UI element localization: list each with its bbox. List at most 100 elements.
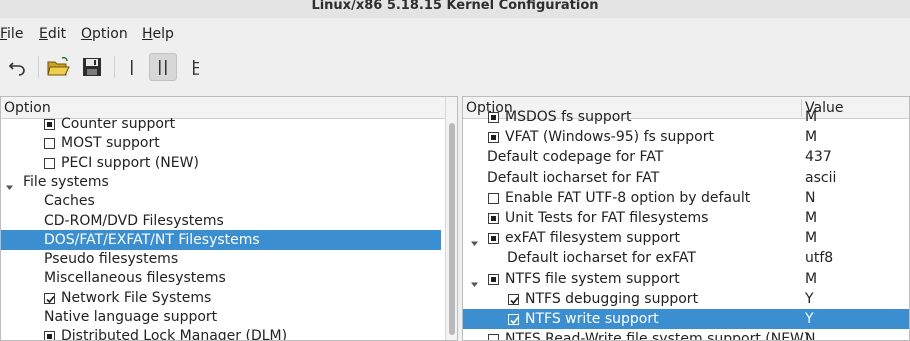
option-row[interactable]: Caches xyxy=(1,191,441,211)
option-row[interactable]: Default codepage for FAT 437 xyxy=(463,147,909,167)
option-label: Miscellaneous filesystems xyxy=(44,270,226,287)
option-label: CD-ROM/DVD Filesystems xyxy=(44,212,224,229)
window-title-bar: Linux/x86 5.18.15 Kernel Configuration xyxy=(0,0,910,18)
save-icon xyxy=(83,58,101,76)
option-row[interactable]: MOST support xyxy=(1,133,441,153)
option-tree-left[interactable]: Option Counter support MOST support PECI s… xyxy=(0,96,458,341)
open-folder-icon xyxy=(47,56,70,76)
option-row[interactable]: NTFS Read-Write file system support (NEW… xyxy=(463,329,909,341)
option-value[interactable]: ascii xyxy=(805,168,836,188)
single-view-button[interactable] xyxy=(118,53,146,81)
checkbox-module[interactable] xyxy=(488,273,499,285)
checkbox-module[interactable] xyxy=(488,233,499,245)
option-row[interactable]: Native language support xyxy=(1,307,441,327)
option-row[interactable]: DOS/FAT/EXFAT/NT Filesystems xyxy=(1,229,441,250)
left-scrollbar[interactable] xyxy=(445,97,457,340)
option-label: VFAT (Windows-95) fs support xyxy=(505,129,714,146)
option-label: NTFS Read-Write file system support (NEW… xyxy=(505,331,810,341)
option-value[interactable]: utf8 xyxy=(805,248,833,268)
checkbox-unchecked[interactable] xyxy=(488,334,499,340)
checkbox-module[interactable] xyxy=(488,112,499,123)
single-view-icon xyxy=(131,60,133,75)
option-row[interactable]: Distributed Lock Manager (DLM) xyxy=(1,326,441,341)
option-label: Unit Tests for FAT filesystems xyxy=(505,210,709,226)
option-row[interactable]: Enable FAT UTF-8 option by default N xyxy=(463,188,909,208)
option-row[interactable]: Default iocharset for exFAT utf8 xyxy=(463,248,909,268)
checkbox-checked[interactable] xyxy=(44,292,55,304)
option-row[interactable]: PECI support (NEW) xyxy=(1,153,441,173)
option-row[interactable]: Miscellaneous filesystems xyxy=(1,268,441,288)
option-row[interactable]: Network File Systems xyxy=(1,288,441,308)
option-label: Caches xyxy=(44,193,95,210)
option-row[interactable]: MSDOS fs support M xyxy=(463,107,909,127)
option-label: MSDOS fs support xyxy=(505,109,632,125)
checkbox-module[interactable] xyxy=(488,132,499,144)
option-row[interactable]: CD-ROM/DVD Filesystems xyxy=(1,211,441,231)
checkbox-unchecked[interactable] xyxy=(44,138,55,150)
option-label: Native language support xyxy=(44,309,218,325)
option-value[interactable]: M xyxy=(805,208,817,228)
split-view-icon xyxy=(159,60,167,75)
checkbox-module[interactable] xyxy=(488,213,499,224)
full-view-icon xyxy=(193,60,199,75)
option-row[interactable]: Unit Tests for FAT filesystems M xyxy=(463,208,909,228)
option-value[interactable]: Y xyxy=(805,309,814,329)
option-label: Distributed Lock Manager (DLM) xyxy=(61,328,288,341)
left-scrollbar-thumb[interactable] xyxy=(449,123,455,335)
option-label: exFAT filesystem support xyxy=(505,230,681,247)
option-list-right[interactable]: Option Value MSDOS fs support M VFAT (Wind… xyxy=(462,96,910,341)
checkbox-checked[interactable] xyxy=(508,293,519,305)
option-row[interactable]: NTFS write support Y xyxy=(463,309,909,329)
option-value[interactable]: M xyxy=(805,269,817,289)
option-row[interactable]: File systems xyxy=(1,172,441,192)
option-value[interactable]: 437 xyxy=(805,147,832,167)
option-label: Network File Systems xyxy=(61,289,212,306)
menu-bar: File Edit Option Help xyxy=(0,18,910,48)
option-value[interactable]: M xyxy=(805,127,817,147)
checkbox-checked[interactable] xyxy=(508,314,519,325)
option-label: PECI support (NEW) xyxy=(61,154,199,171)
option-value[interactable]: M xyxy=(805,107,817,127)
option-label: NTFS write support xyxy=(525,311,659,327)
option-label: NTFS file system support xyxy=(505,270,680,287)
expand-arrow-icon[interactable] xyxy=(5,178,14,190)
menu-edit[interactable]: Edit xyxy=(39,26,66,42)
option-label: Default codepage for FAT xyxy=(487,149,664,166)
option-row[interactable]: NTFS debugging support Y xyxy=(463,289,909,309)
option-row[interactable]: exFAT filesystem support M xyxy=(463,228,909,248)
toolbar-separator xyxy=(38,56,39,78)
toolbar xyxy=(0,48,910,88)
option-row[interactable]: Pseudo filesystems xyxy=(1,249,441,269)
option-label: Enable FAT UTF-8 option by default xyxy=(505,189,751,206)
menu-option[interactable]: Option xyxy=(81,26,128,42)
toolbar-separator xyxy=(114,56,115,78)
option-row[interactable]: Default iocharset for FAT ascii xyxy=(463,168,909,188)
open-button[interactable] xyxy=(44,53,72,81)
split-view-button[interactable] xyxy=(149,53,177,81)
expand-arrow-icon[interactable] xyxy=(470,275,479,287)
checkbox-unchecked[interactable] xyxy=(44,157,55,169)
option-row[interactable]: NTFS file system support M xyxy=(463,269,909,289)
option-label: Pseudo filesystems xyxy=(44,251,179,268)
menu-file[interactable]: File xyxy=(0,26,23,42)
option-label: Default iocharset for FAT xyxy=(487,169,660,186)
option-row[interactable]: VFAT (Windows-95) fs support M xyxy=(463,127,909,147)
option-label: Counter support xyxy=(61,116,176,132)
option-label: File systems xyxy=(23,173,109,190)
menu-help[interactable]: Help xyxy=(142,26,174,42)
full-view-button[interactable] xyxy=(182,53,210,81)
option-value[interactable]: M xyxy=(805,228,817,248)
save-button[interactable] xyxy=(78,53,106,81)
checkbox-unchecked[interactable] xyxy=(488,192,499,204)
undo-button[interactable] xyxy=(4,53,32,81)
option-value[interactable]: N xyxy=(805,329,815,340)
option-value[interactable]: N xyxy=(805,188,815,208)
option-label: NTFS debugging support xyxy=(525,290,699,307)
option-row[interactable]: Counter support xyxy=(1,114,441,134)
checkbox-module[interactable] xyxy=(44,119,55,130)
option-label: DOS/FAT/EXFAT/NT Filesystems xyxy=(44,231,260,248)
option-value[interactable]: Y xyxy=(805,289,814,309)
expand-arrow-icon[interactable] xyxy=(470,234,479,247)
checkbox-module[interactable] xyxy=(44,331,55,340)
option-label: Default iocharset for exFAT xyxy=(507,250,696,267)
